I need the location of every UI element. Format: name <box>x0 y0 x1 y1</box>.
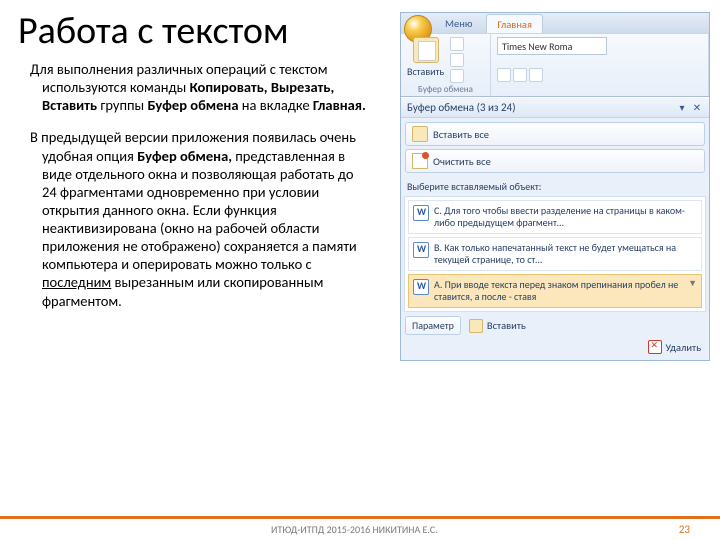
slide-footer: ИТЮД-ИТПД 2015-2016 НИКИТИНА Е.С. 23 <box>0 516 720 540</box>
clipboard-items-list: C. Для того чтобы ввести разделение на с… <box>404 196 706 312</box>
body-text: Для выполнения различных операций с текс… <box>30 60 370 324</box>
clipboard-item-selected[interactable]: A. При вводе текста перед знаком препина… <box>408 274 702 308</box>
pane-dropdown-icon[interactable]: ▾ <box>676 102 688 114</box>
italic-button[interactable] <box>513 68 527 82</box>
word-doc-icon <box>413 205 429 221</box>
pane-close-icon[interactable]: ✕ <box>691 102 703 114</box>
options-button[interactable]: Параметр <box>405 316 461 335</box>
clear-all-icon <box>412 153 428 169</box>
clipboard-item[interactable]: C. Для того чтобы ввести разделение на с… <box>408 200 702 234</box>
copy-button[interactable] <box>450 53 464 67</box>
clear-all-button[interactable]: Очистить все <box>405 149 705 173</box>
font-family-selector[interactable]: Times New Roma <box>497 37 607 55</box>
bold-button[interactable] <box>497 68 511 82</box>
clipboard-item[interactable]: B. Как только напечатанный текст не буде… <box>408 237 702 271</box>
paste-small-icon <box>469 319 483 333</box>
paste-all-icon <box>412 126 428 142</box>
underline-button[interactable] <box>529 68 543 82</box>
word-doc-icon <box>413 242 429 258</box>
tab-menu[interactable]: Меню <box>435 14 482 32</box>
paste-all-button[interactable]: Вставить все <box>405 122 705 146</box>
pane-hint: Выберите вставляемый объект: <box>401 177 709 196</box>
format-painter-button[interactable] <box>450 69 464 83</box>
group-clipboard-label: Буфер обмена <box>407 83 484 95</box>
item-dropdown-icon[interactable]: ▼ <box>688 279 697 290</box>
page-number: 23 <box>679 523 690 536</box>
tab-home[interactable]: Главная <box>486 14 543 33</box>
clipboard-pane-header: Буфер обмена (3 из 24) ▾ ✕ <box>401 97 709 118</box>
paste-button[interactable]: Вставить <box>407 37 444 78</box>
footer-text: ИТЮД-ИТПД 2015-2016 НИКИТИНА Е.С. <box>271 523 438 536</box>
word-doc-icon <box>413 279 429 295</box>
word-app-window: Меню Главная Вставить Буфер обмена <box>400 12 710 361</box>
context-delete-button[interactable]: Удалить <box>644 338 706 356</box>
paste-icon <box>413 37 439 63</box>
ribbon-tabs: Меню Главная <box>401 13 709 33</box>
cut-button[interactable] <box>450 37 464 51</box>
context-paste-button[interactable]: Вставить <box>465 317 530 335</box>
delete-icon <box>648 340 662 354</box>
